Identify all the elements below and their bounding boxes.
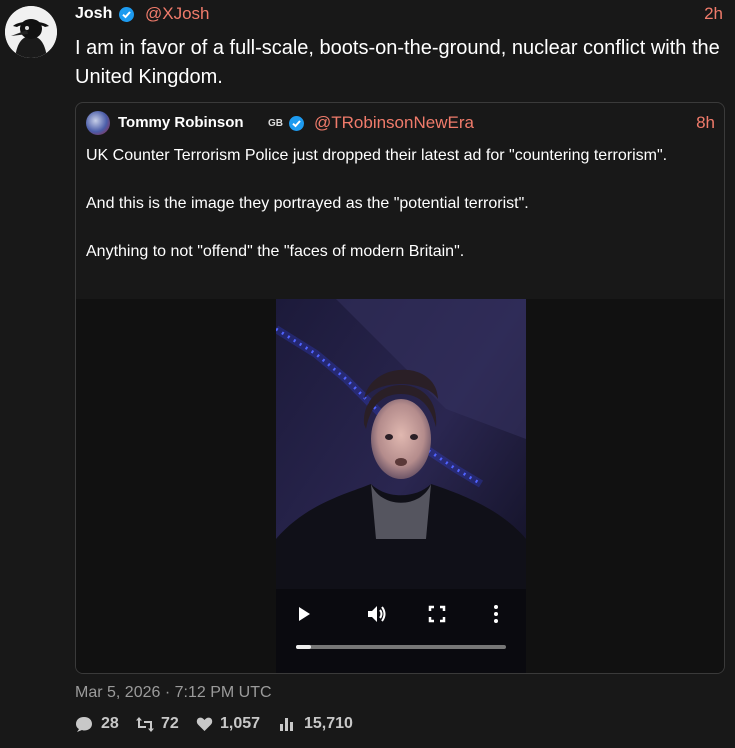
video-player[interactable] [276,299,526,673]
play-icon[interactable] [296,605,312,628]
more-options-icon[interactable] [492,604,500,629]
video-frame [276,299,526,673]
quote-avatar[interactable] [86,111,110,135]
tweet-date[interactable]: Mar 5, 2026 · 7:12 PM UTC [75,684,272,702]
reply-count: 28 [101,715,119,732]
video-progress-fill [296,645,311,649]
volume-icon[interactable] [366,604,388,629]
tweet-text: I am in favor of a full-scale, boots-on-… [75,37,720,88]
like-icon [196,717,213,731]
quote-time[interactable]: 8h [696,113,715,133]
like-count: 1,057 [220,715,261,732]
quote-paragraph: And this is the image they portrayed as … [86,195,529,212]
avatar[interactable] [5,6,57,58]
verified-badge-icon [119,7,134,22]
quote-author-handle[interactable]: @TRobinsonNewEra [314,113,474,133]
quote-paragraph: UK Counter Terrorism Police just dropped… [86,147,668,164]
reply-icon [76,717,92,732]
author-handle[interactable]: @XJosh [145,4,210,24]
quote-text: UK Counter Terrorism Police just dropped… [86,144,706,288]
video-progress-bar[interactable] [296,645,506,649]
quoted-tweet[interactable]: Tommy Robinson GB @TRobinsonNewEra 8h UK… [75,102,725,674]
views-icon [280,718,293,731]
retweet-count: 72 [161,715,179,732]
media-container [76,299,724,673]
views-count: 15,710 [304,715,353,732]
verified-badge-icon [289,116,304,131]
quote-author-name[interactable]: Tommy Robinson [118,114,244,131]
author-name[interactable]: Josh [75,5,112,23]
tweet-time[interactable]: 2h [704,4,723,24]
quote-paragraph: Anything to not "offend" the "faces of m… [86,243,465,260]
retweet-icon [136,717,154,732]
fullscreen-icon[interactable] [428,605,446,628]
country-flag: GB [268,118,283,129]
